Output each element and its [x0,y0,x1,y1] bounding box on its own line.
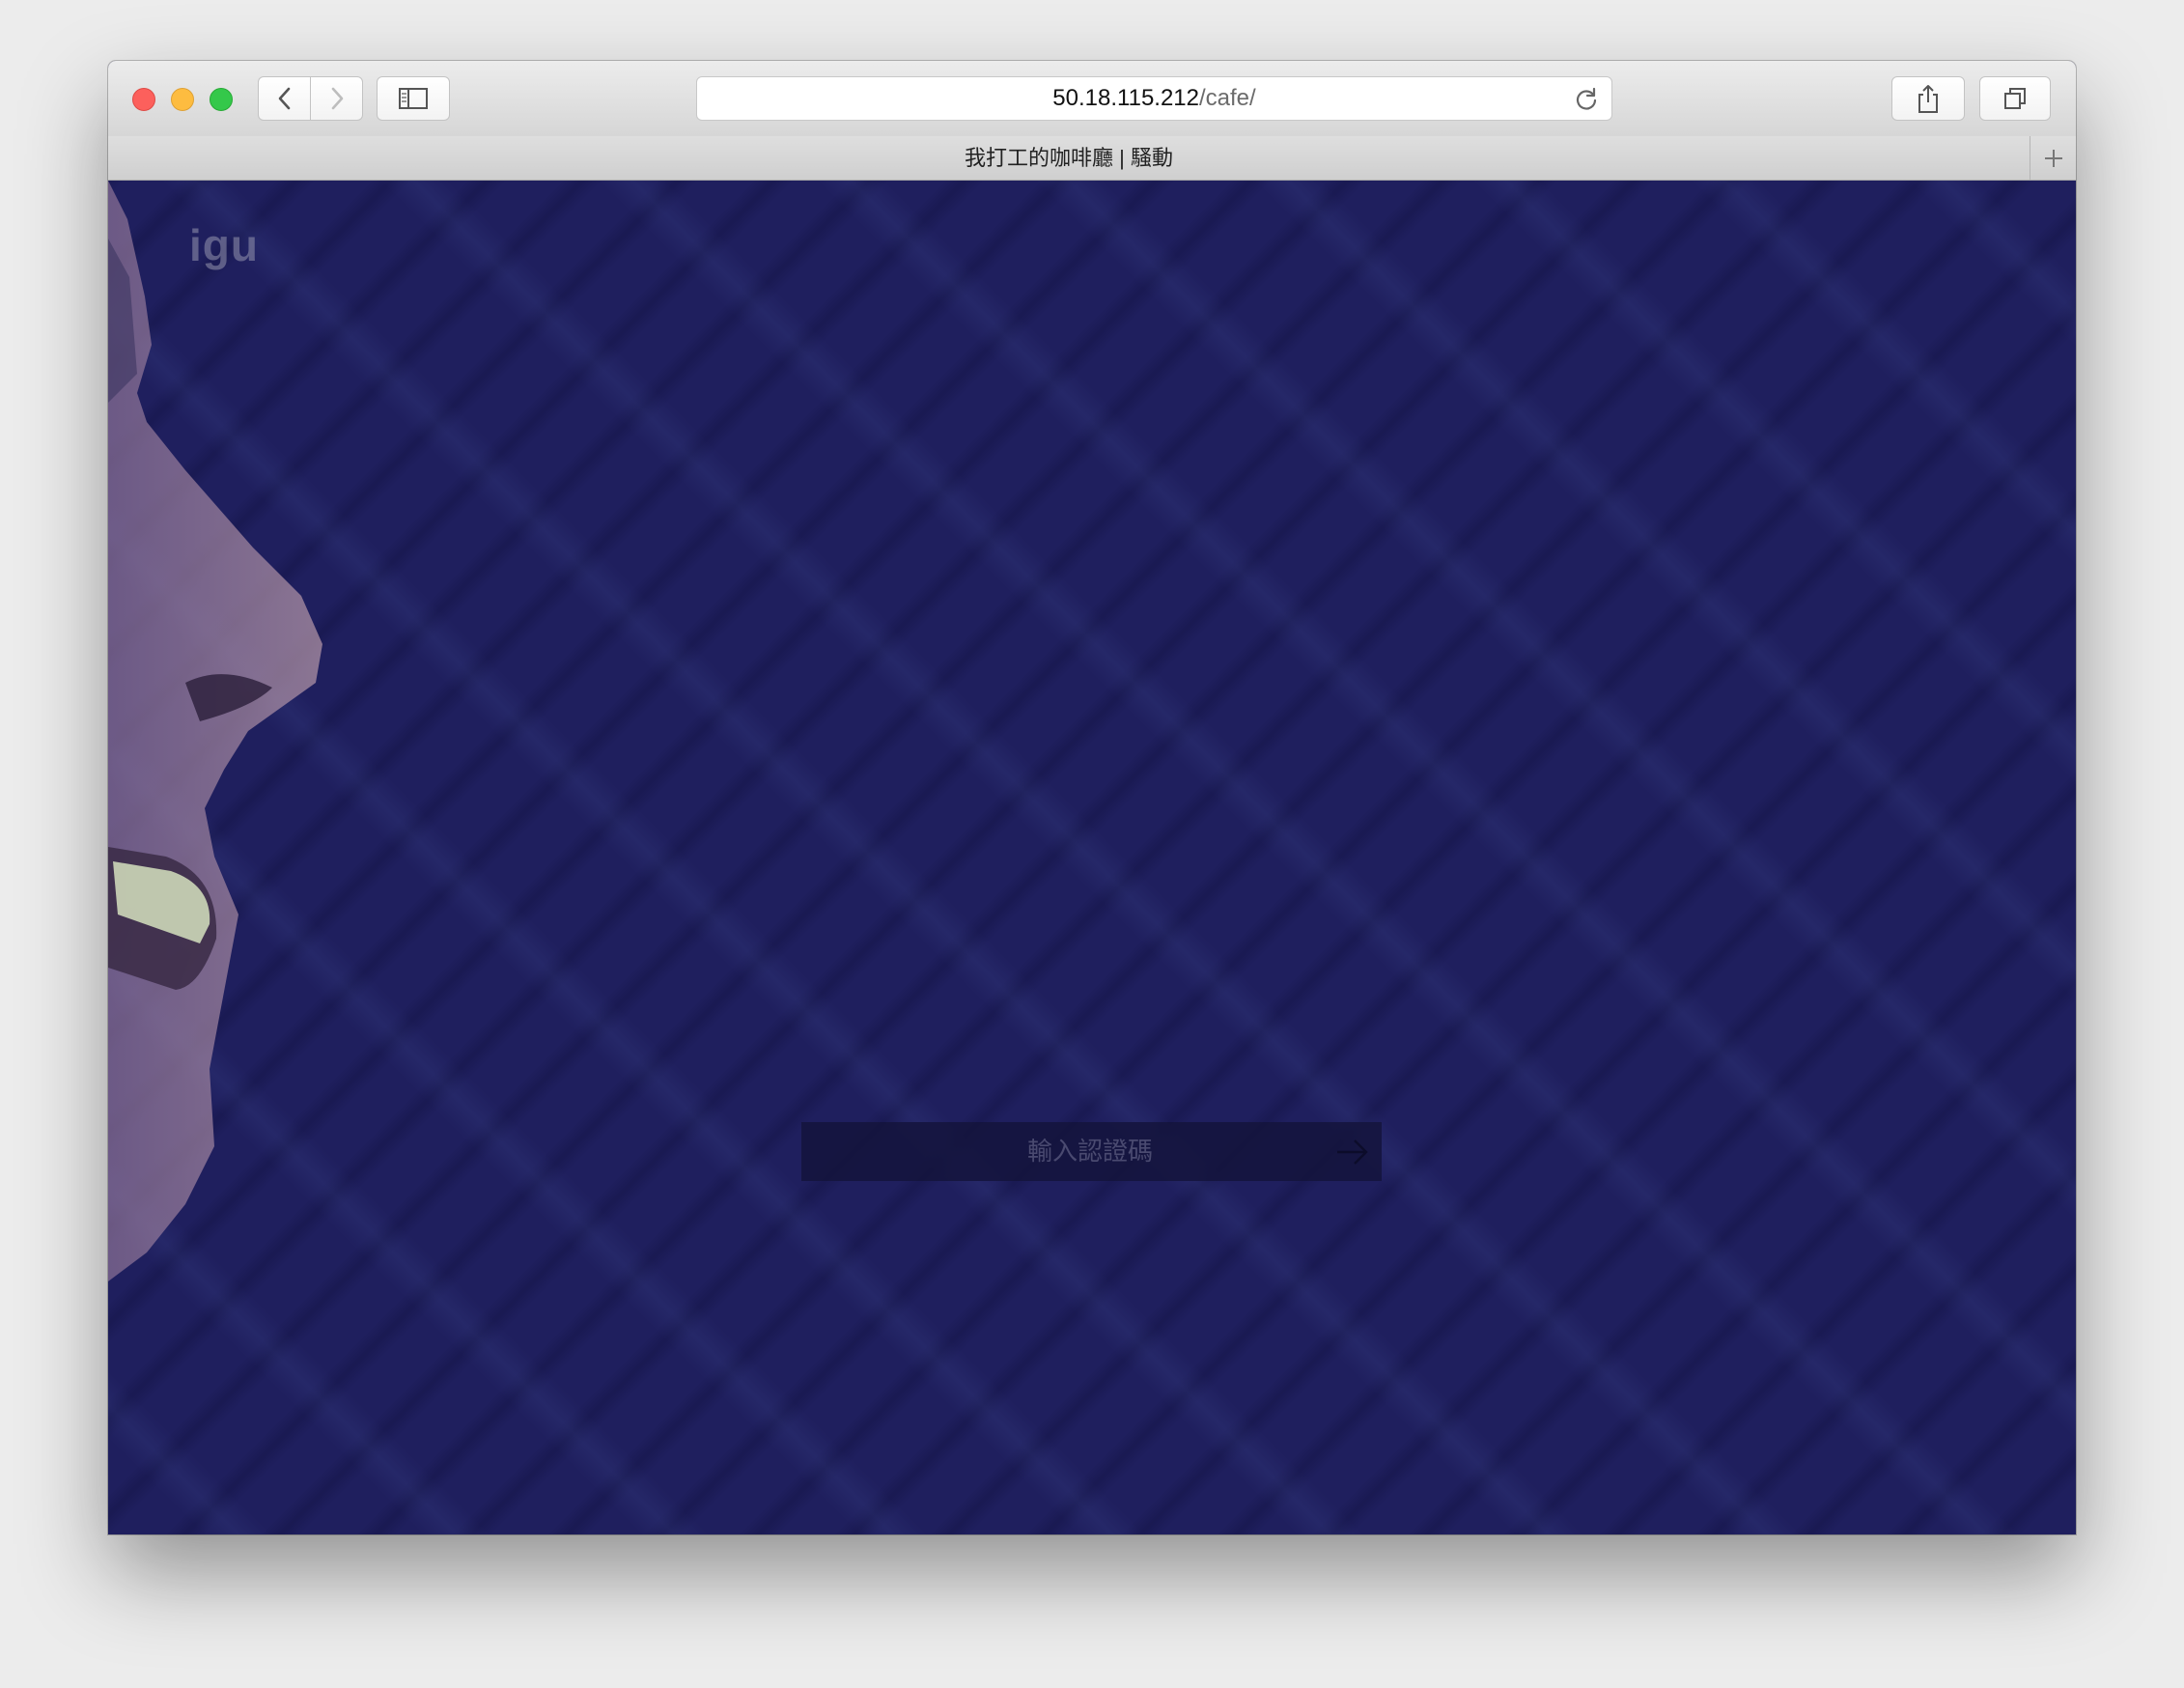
address-bar[interactable]: 50.18.115.212/cafe/ [696,76,1612,121]
window-close-button[interactable] [132,88,155,111]
auth-code-input[interactable] [801,1122,1323,1181]
sidebar-toggle-button[interactable] [377,76,450,121]
reload-icon[interactable] [1573,86,1600,113]
browser-window: 50.18.115.212/cafe/ 我打工的咖啡廳 | 騷動 igu 輸入認… [108,61,2076,1534]
page-content: igu [108,181,2076,1534]
submit-button[interactable] [1323,1122,1382,1181]
auth-code-form [801,1122,1382,1181]
address-host: 50.18.115.212 [1052,85,1199,111]
tab-bar: 我打工的咖啡廳 | 騷動 [108,136,2076,181]
tabs-overview-button[interactable] [1979,76,2051,121]
forward-button[interactable] [310,76,363,121]
new-tab-button[interactable] [2030,136,2076,180]
tab-title[interactable]: 我打工的咖啡廳 | 騷動 [108,136,2030,181]
address-path: /cafe/ [1199,85,1256,111]
tabs-overview-icon [2004,88,2026,109]
chevron-left-icon [278,87,290,110]
site-logo[interactable]: igu [189,219,259,271]
window-minimize-button[interactable] [171,88,194,111]
plus-icon [2044,149,2062,167]
arrow-right-icon [1336,1139,1368,1165]
back-button[interactable] [258,76,311,121]
window-zoom-button[interactable] [210,88,233,111]
chevron-right-icon [331,87,343,110]
face-illustration [108,181,322,1281]
sidebar-icon [399,88,428,109]
share-icon [1918,85,1938,113]
browser-toolbar: 50.18.115.212/cafe/ [108,61,2076,137]
share-button[interactable] [1891,76,1965,121]
